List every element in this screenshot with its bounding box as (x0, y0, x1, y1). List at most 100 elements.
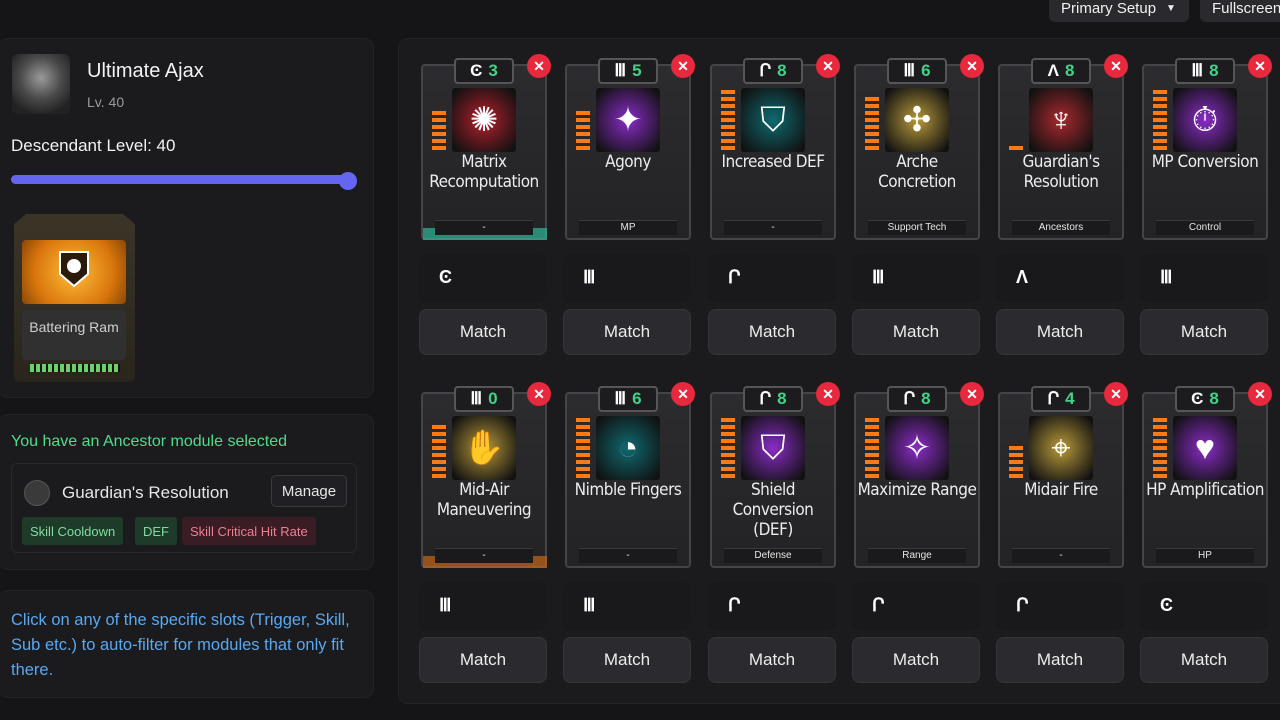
capacity-bar (576, 111, 590, 115)
setup-dropdown[interactable]: Primary Setup ▼ (1049, 0, 1189, 22)
socket-icon: Ͼ (470, 61, 483, 80)
remove-module-button[interactable]: ✕ (816, 54, 840, 78)
match-button[interactable]: Match (563, 309, 691, 355)
match-button[interactable]: Match (852, 637, 980, 683)
remove-module-button[interactable]: ✕ (671, 54, 695, 78)
socket-slot[interactable]: Ր (708, 582, 836, 630)
capacity-bar (865, 139, 879, 143)
slider-thumb[interactable] (339, 172, 357, 190)
remove-module-button[interactable]: ✕ (960, 54, 984, 78)
socket-icon: Ͼ (1160, 595, 1173, 615)
module-card[interactable]: Ր 8 ✕ ⛉ Shield Conversion (DEF) Defense (710, 382, 840, 568)
capacity-bar (865, 104, 879, 108)
socket-slot[interactable]: Ⅲ (1140, 254, 1268, 302)
capacity-bar (1009, 453, 1023, 457)
module-card[interactable]: Ր 8 ✕ ⛉ Increased DEF - (710, 54, 840, 240)
socket-slot[interactable]: Ⅲ (419, 582, 547, 630)
module-card[interactable]: Ⅲ 6 ✕ ◔ Nimble Fingers - (565, 382, 695, 568)
module-card[interactable]: Ⅲ 0 ✕ ✋ Mid-Air Maneuvering - (421, 382, 551, 568)
level-slider[interactable] (11, 172, 357, 190)
capacity-bar (721, 118, 735, 122)
module-type: - (435, 548, 533, 563)
socket-icon: Ⅲ (1160, 267, 1173, 287)
module-type: Defense (724, 548, 822, 563)
module-card[interactable]: Ⅲ 8 ✕ ⏱ MP Conversion Control (1142, 54, 1272, 240)
socket-slot[interactable]: Ͼ (419, 254, 547, 302)
capacity-badge: Ր 4 (1031, 386, 1091, 412)
socket-icon: Ր (872, 595, 885, 615)
capacity-bar (1009, 474, 1023, 478)
match-button[interactable]: Match (1140, 309, 1268, 355)
capacity-bar (432, 453, 446, 457)
module-card[interactable]: Λ 8 ✕ ♆ Guardian's Resolution Ancestors (998, 54, 1128, 240)
module-card[interactable]: Ⅲ 5 ✕ ✦ Agony MP (565, 54, 695, 240)
mid-air-icon: ✋ (452, 416, 516, 480)
capacity-bar (432, 118, 446, 122)
remove-module-button[interactable]: ✕ (1104, 382, 1128, 406)
ultimate-module-slot[interactable]: Battering Ram (14, 214, 135, 382)
remove-module-button[interactable]: ✕ (527, 382, 551, 406)
match-button[interactable]: Match (1140, 637, 1268, 683)
match-button[interactable]: Match (996, 637, 1124, 683)
socket-slot[interactable]: Ͼ (1140, 582, 1268, 630)
manage-button[interactable]: Manage (271, 475, 347, 507)
socket-slot[interactable]: Ր (996, 582, 1124, 630)
fullscreen-label: Fullscreen (1212, 0, 1280, 17)
capacity-badge: Ͼ 8 (1175, 386, 1235, 412)
capacity-value: 6 (921, 61, 931, 80)
socket-slot[interactable]: Λ (996, 254, 1124, 302)
socket-icon: Ⅲ (614, 389, 627, 408)
capacity-bar (721, 446, 735, 450)
socket-icon: Ͼ (439, 267, 452, 287)
capacity-bar (576, 146, 590, 150)
capacity-bar (576, 474, 590, 478)
capacity-bar (576, 439, 590, 443)
socket-slot[interactable]: Ⅲ (852, 254, 980, 302)
module-card[interactable]: Ⅲ 6 ✕ ✣ Arche Concretion Support Tech (854, 54, 984, 240)
capacity-badge: Ⅲ 6 (598, 386, 658, 412)
capacity-bars (576, 418, 590, 478)
setup-dropdown-label: Primary Setup (1061, 0, 1157, 17)
socket-slot[interactable]: Ⅲ (563, 254, 691, 302)
remove-module-button[interactable]: ✕ (527, 54, 551, 78)
heart-icon: ♥ (1173, 416, 1237, 480)
guardian-icon: ♆ (1029, 88, 1093, 152)
socket-slot[interactable]: Ր (852, 582, 980, 630)
capacity-bar (576, 453, 590, 457)
remove-module-button[interactable]: ✕ (671, 382, 695, 406)
module-card[interactable]: Ր 4 ✕ ⌖ Midair Fire - (998, 382, 1128, 568)
fullscreen-button[interactable]: Fullscreen (1200, 0, 1280, 22)
module-name: Matrix Recomputation (429, 152, 539, 192)
remove-module-button[interactable]: ✕ (816, 382, 840, 406)
capacity-bar (721, 432, 735, 436)
remove-module-button[interactable]: ✕ (960, 382, 984, 406)
match-button[interactable]: Match (708, 309, 836, 355)
socket-slot[interactable]: Ⅲ (563, 582, 691, 630)
match-button[interactable]: Match (419, 637, 547, 683)
shield-conv-icon: ⛉ (741, 416, 805, 480)
match-button[interactable]: Match (708, 637, 836, 683)
remove-module-button[interactable]: ✕ (1104, 54, 1128, 78)
module-name: MP Conversion (1151, 152, 1259, 172)
remove-module-button[interactable]: ✕ (1248, 54, 1272, 78)
socket-icon: Ր (1047, 389, 1060, 408)
socket-icon: Ⅲ (470, 389, 483, 408)
match-button[interactable]: Match (852, 309, 980, 355)
match-button[interactable]: Match (996, 309, 1124, 355)
socket-slot[interactable]: Ր (708, 254, 836, 302)
capacity-bar (1153, 104, 1167, 108)
module-card[interactable]: Ͼ 3 ✕ ✺ Matrix Recomputation - (421, 54, 551, 240)
capacity-bar (576, 467, 590, 471)
socket-icon: Ⅲ (583, 267, 596, 287)
module-card[interactable]: Ͼ 8 ✕ ♥ HP Amplification HP (1142, 382, 1272, 568)
match-button[interactable]: Match (563, 637, 691, 683)
capacity-bar (721, 453, 735, 457)
capacity-bar (721, 467, 735, 471)
descendant-avatar (12, 54, 70, 114)
capacity-bar (1153, 139, 1167, 143)
match-button[interactable]: Match (419, 309, 547, 355)
socket-icon: Ⅲ (1191, 61, 1204, 80)
remove-module-button[interactable]: ✕ (1248, 382, 1272, 406)
module-card[interactable]: Ր 8 ✕ ✧ Maximize Range Range (854, 382, 984, 568)
arche-icon: ✣ (885, 88, 949, 152)
